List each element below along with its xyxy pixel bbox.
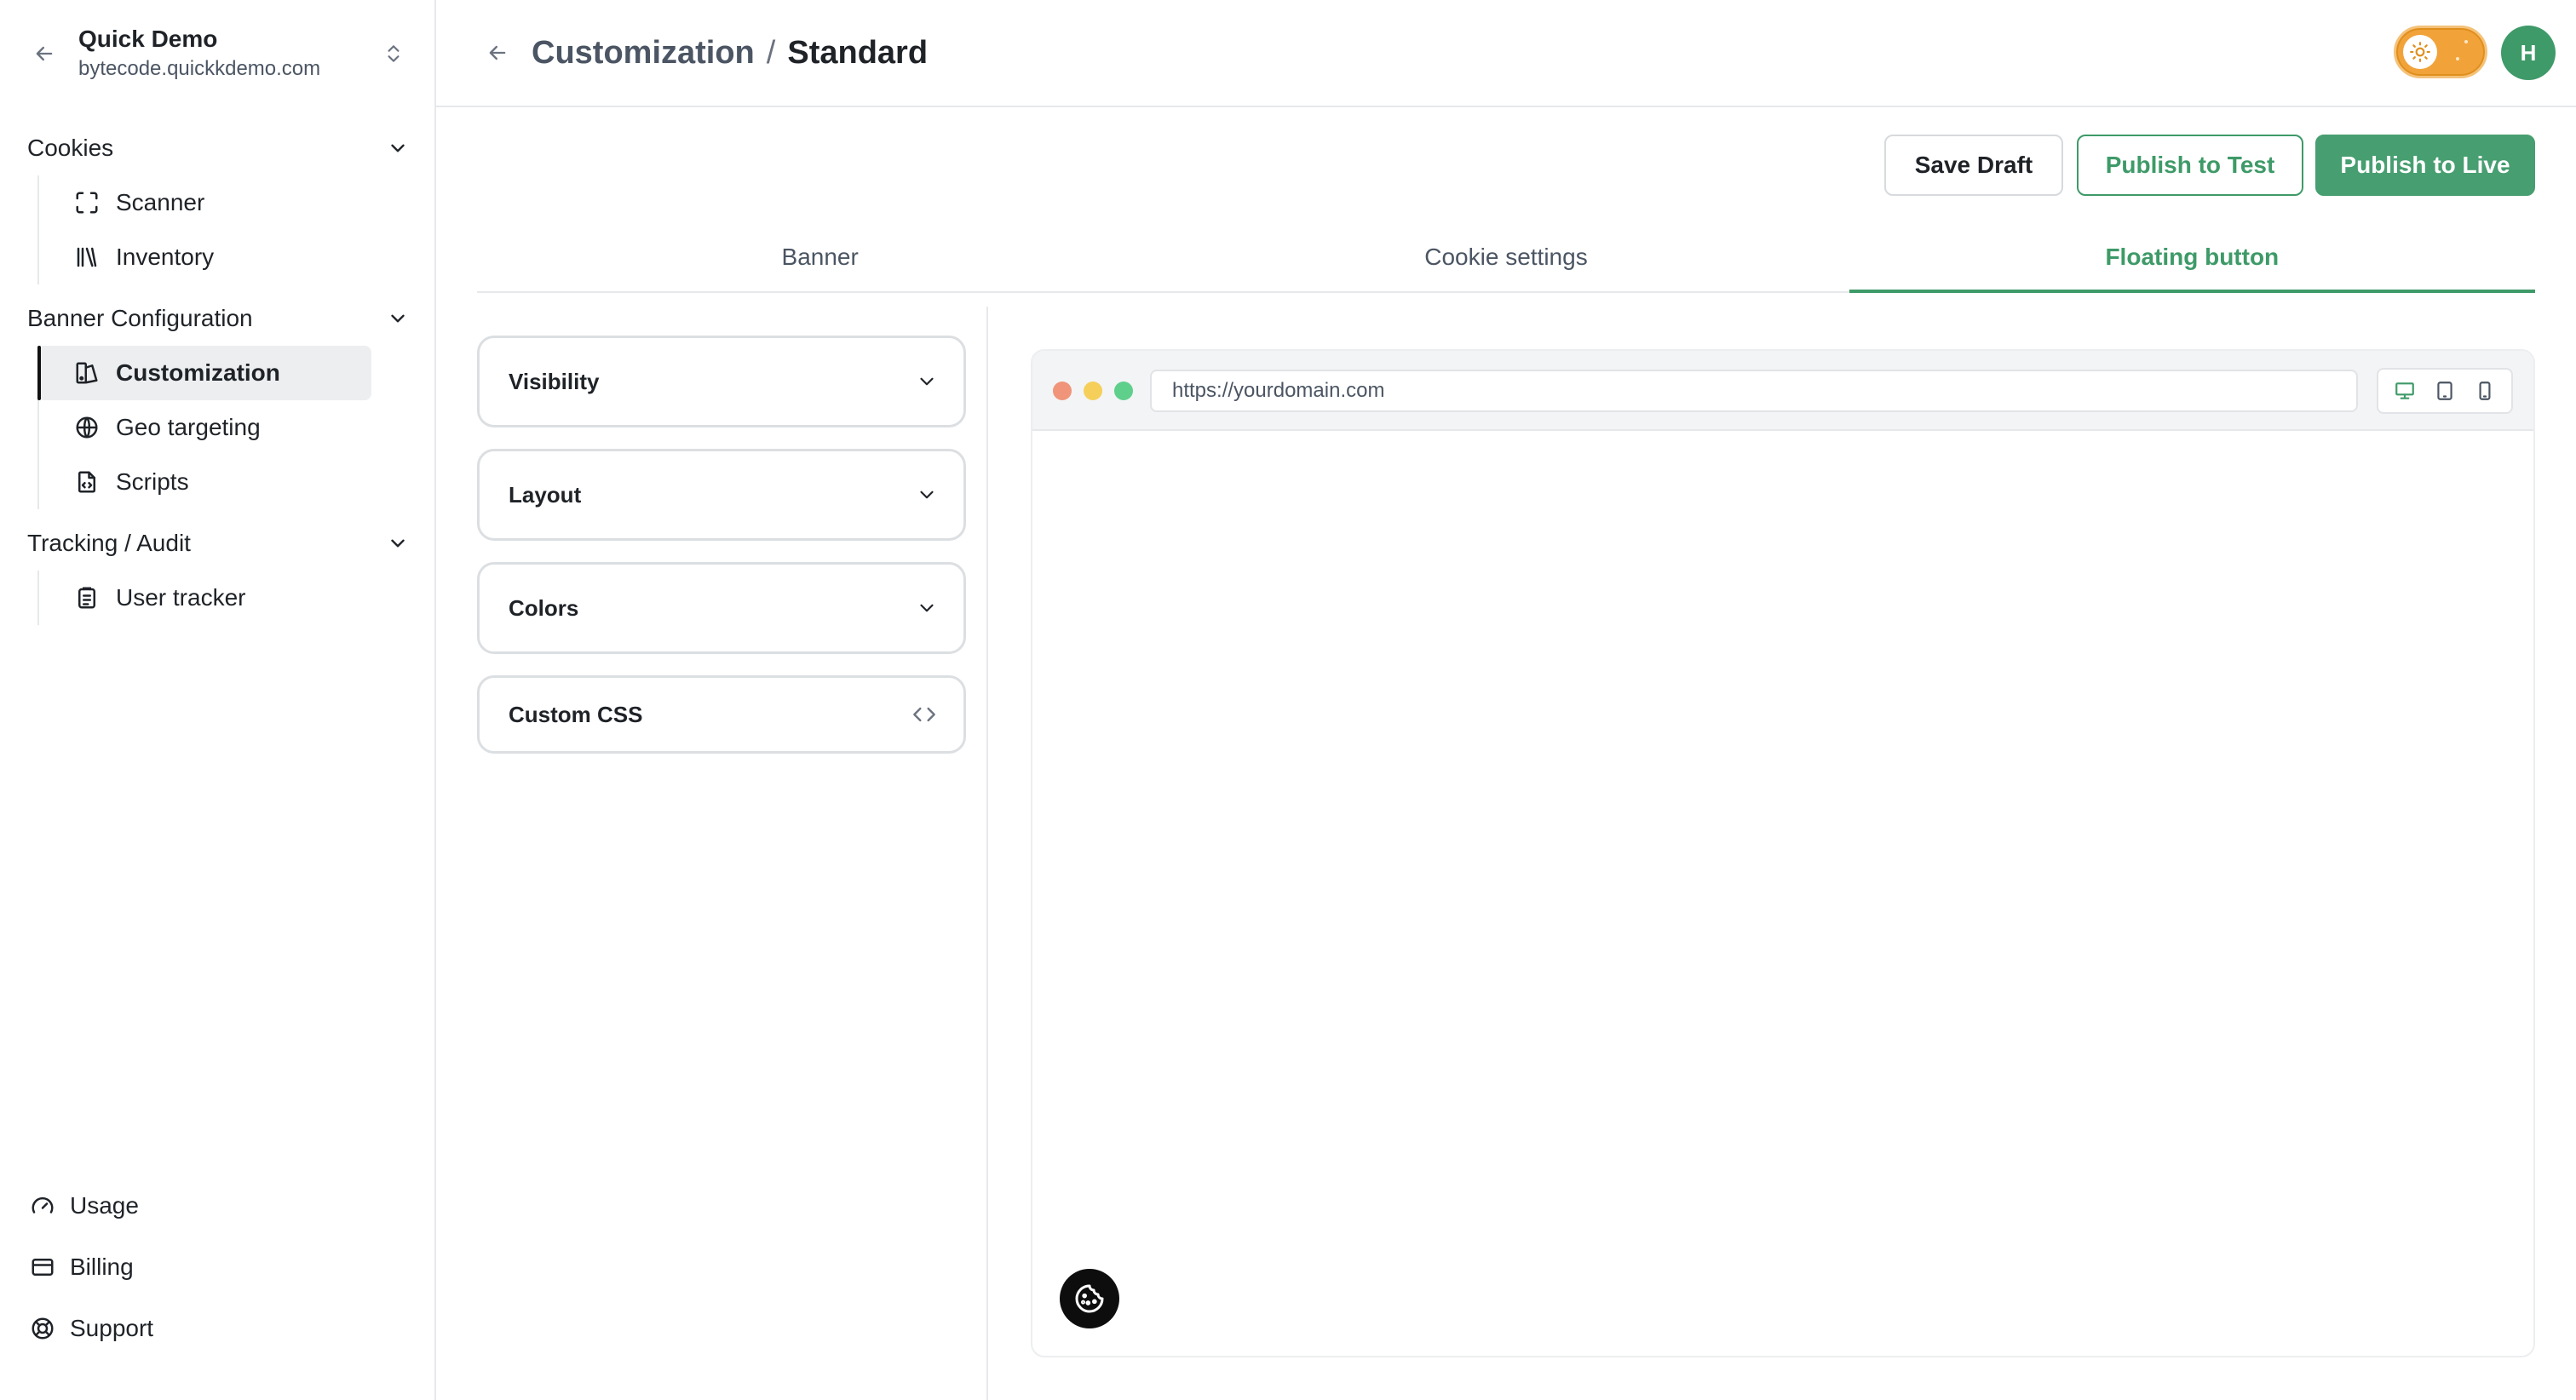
chevron-down-icon	[391, 144, 405, 152]
save-draft-button[interactable]: Save Draft	[1884, 135, 2063, 196]
tab-floating-button[interactable]: Floating button	[1849, 223, 2536, 293]
sidebar-item-label: User tracker	[116, 584, 246, 611]
accordion-layout[interactable]: Layout	[477, 449, 966, 541]
chevron-down-icon	[920, 604, 934, 612]
star-decoration	[2456, 57, 2459, 60]
sidebar-bottom-nav: Usage Billing Support	[0, 1175, 436, 1359]
nav-group-cookies: Cookies Scanner Inventory	[0, 121, 436, 284]
chevron-down-icon	[391, 314, 405, 323]
preview-browser-bar: https://yourdomain.com	[1032, 351, 2533, 431]
publish-to-test-button[interactable]: Publish to Test	[2077, 135, 2303, 196]
code-icon	[913, 707, 935, 722]
top-header: Customization / Standard H	[436, 0, 2576, 107]
sidebar-item-user-tracker[interactable]: User tracker	[39, 571, 436, 625]
tab-cookie-settings[interactable]: Cookie settings	[1163, 223, 1849, 291]
nav-group-banner-configuration: Banner Configuration Customization Geo t…	[0, 291, 436, 509]
clipboard-icon	[72, 582, 102, 613]
sidebar-item-label: Geo targeting	[116, 414, 261, 440]
page-title: Standard	[787, 35, 929, 71]
theme-toggle[interactable]	[2394, 26, 2487, 78]
accordion-label: Visibility	[509, 368, 600, 394]
device-switcher	[2377, 368, 2513, 414]
breadcrumb: Customization / Standard	[532, 31, 928, 75]
cookie-icon	[1075, 1284, 1104, 1313]
sun-icon	[2403, 35, 2437, 69]
breadcrumb-separator: /	[766, 35, 776, 71]
group-header-cookies[interactable]: Cookies	[0, 121, 436, 175]
window-close-dot	[1053, 382, 1072, 400]
star-decoration	[2464, 40, 2468, 43]
sidebar-item-usage[interactable]: Usage	[0, 1175, 436, 1236]
group-label: Tracking / Audit	[27, 530, 191, 556]
library-icon	[72, 242, 102, 273]
group-header-tracking-audit[interactable]: Tracking / Audit	[0, 516, 436, 571]
sidebar: Quick Demo bytecode.quickkdemo.com Cooki…	[0, 0, 436, 1400]
sidebar-item-label: Support	[70, 1315, 154, 1341]
group-header-banner-configuration[interactable]: Banner Configuration	[0, 291, 436, 346]
accordion-colors[interactable]: Colors	[477, 562, 966, 654]
org-domain: bytecode.quickkdemo.com	[78, 57, 321, 80]
nav-group-tracking-audit: Tracking / Audit User tracker	[0, 516, 436, 625]
org-names: Quick Demo bytecode.quickkdemo.com	[78, 24, 377, 83]
publish-to-live-button[interactable]: Publish to Live	[2315, 135, 2535, 196]
editor-tabs: Banner Cookie settings Floating button	[477, 223, 2536, 293]
tablet-icon[interactable]	[2428, 374, 2462, 408]
tab-banner[interactable]: Banner	[477, 223, 1163, 291]
back-arrow-icon[interactable]	[470, 34, 525, 72]
chevrons-up-down-icon[interactable]	[377, 35, 411, 72]
sidebar-item-support[interactable]: Support	[0, 1298, 436, 1359]
sidebar-item-scripts[interactable]: Scripts	[39, 455, 436, 509]
panel-divider	[986, 307, 988, 1400]
group-label: Banner Configuration	[27, 305, 253, 331]
window-minimize-dot	[1084, 382, 1102, 400]
life-buoy-icon	[27, 1313, 58, 1344]
globe-icon	[72, 412, 102, 443]
accordion-label: Colors	[509, 594, 579, 621]
sidebar-item-customization[interactable]: Customization	[37, 346, 371, 400]
accordion-label: Layout	[509, 481, 582, 508]
accordion-visibility[interactable]: Visibility	[477, 336, 966, 427]
sidebar-item-geo-targeting[interactable]: Geo targeting	[39, 400, 436, 455]
accordion-label: Custom CSS	[509, 701, 643, 727]
mobile-icon[interactable]	[2468, 374, 2502, 408]
sidebar-item-scanner[interactable]: Scanner	[39, 175, 436, 230]
org-switcher[interactable]: Quick Demo bytecode.quickkdemo.com	[26, 22, 411, 85]
desktop-icon[interactable]	[2388, 374, 2422, 408]
sidebar-item-label: Scanner	[116, 189, 205, 215]
preview-url-bar: https://yourdomain.com	[1150, 370, 2358, 412]
floating-cookie-button[interactable]	[1060, 1269, 1119, 1328]
group-label: Cookies	[27, 135, 114, 161]
customize-icon	[72, 358, 102, 388]
chevron-down-icon	[920, 377, 934, 386]
breadcrumb-parent[interactable]: Customization	[532, 31, 755, 75]
banner-preview: https://yourdomain.com	[1031, 349, 2535, 1357]
org-name: Quick Demo	[78, 26, 218, 52]
sidebar-item-inventory[interactable]: Inventory	[39, 230, 436, 284]
scan-icon	[72, 187, 102, 218]
credit-card-icon	[27, 1252, 58, 1282]
gauge-icon	[27, 1191, 58, 1221]
file-code-icon	[72, 467, 102, 497]
accordion-custom-css[interactable]: Custom CSS	[477, 675, 966, 754]
chevron-down-icon	[920, 491, 934, 499]
back-arrow-icon[interactable]	[26, 35, 63, 72]
window-maximize-dot	[1114, 382, 1133, 400]
avatar[interactable]: H	[2501, 26, 2556, 80]
sidebar-item-label: Billing	[70, 1254, 134, 1280]
sidebar-item-label: Scripts	[116, 468, 189, 495]
chevron-down-icon	[391, 539, 405, 548]
sidebar-item-label: Usage	[70, 1192, 139, 1219]
sidebar-item-label: Inventory	[116, 244, 215, 270]
sidebar-item-billing[interactable]: Billing	[0, 1236, 436, 1298]
sidebar-item-label: Customization	[116, 359, 280, 386]
